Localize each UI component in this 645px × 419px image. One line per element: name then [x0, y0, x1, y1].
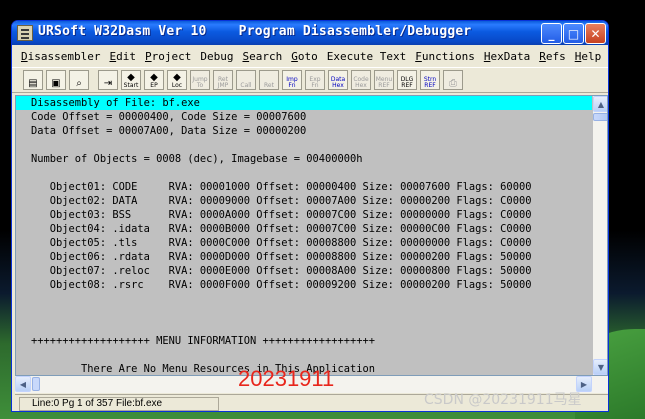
- execute-jump-icon[interactable]: Jump To: [190, 70, 210, 90]
- menu-search[interactable]: Search: [242, 50, 282, 63]
- listing-line[interactable]: Object07: .reloc RVA: 0000E000 Offset: 0…: [16, 264, 592, 278]
- menu-debug[interactable]: Debug: [200, 50, 233, 63]
- menu-help[interactable]: Help: [575, 50, 602, 63]
- listing-line[interactable]: Object03: BSS RVA: 0000A000 Offset: 0000…: [16, 208, 592, 222]
- csdn-watermark: CSDN @20231911马星: [424, 392, 582, 408]
- goto-code-start-icon[interactable]: ⇥: [98, 70, 118, 90]
- close-button[interactable]: ✕: [585, 23, 606, 44]
- vertical-scroll-thumb[interactable]: [593, 113, 607, 121]
- listing-line-selected[interactable]: Disassembly of File: bf.exe: [16, 96, 592, 110]
- app-icon[interactable]: [17, 25, 33, 41]
- scroll-up-button[interactable]: ▲: [593, 96, 607, 112]
- goto-code-location-icon[interactable]: ◆ Loc: [167, 70, 187, 90]
- horizontal-scroll-thumb[interactable]: [32, 377, 40, 391]
- menu-bar: Disassembler Edit Project Debug Search Goto Ex…: [12, 46, 608, 66]
- toolbar: ▤ ▣ ⌕ ⇥ ◆ Start ◆ EP ◆ Loc Jump To Ret JMP Call Ret Imp F…: [12, 67, 608, 93]
- maximize-button[interactable]: □: [563, 23, 584, 44]
- open-file-icon[interactable]: ▤: [23, 70, 43, 90]
- execute-call-icon[interactable]: Call: [236, 70, 256, 90]
- save-file-icon[interactable]: ▣: [46, 70, 66, 90]
- listing-line[interactable]: Number of Objects = 0008 (dec), Imagebas…: [16, 152, 592, 166]
- imports-icon[interactable]: Imp Fn: [282, 70, 302, 90]
- vertical-scrollbar[interactable]: ▲ ▼: [593, 96, 607, 375]
- string-refs-icon[interactable]: Strn REF: [420, 70, 440, 90]
- menu-functions[interactable]: Functions: [415, 50, 475, 63]
- menu-refs[interactable]: Refs: [539, 50, 566, 63]
- window-title: URSoft W32Dasm Ver 10 Program Disassembl…: [38, 24, 472, 39]
- listing-line[interactable]: [16, 292, 592, 306]
- menu-project[interactable]: Project: [145, 50, 191, 63]
- disassembly-listing[interactable]: Disassembly of File: bf.exe Code Offset =…: [16, 96, 592, 375]
- menu-hexdata[interactable]: HexData: [484, 50, 530, 63]
- overlay-student-number: 20231911: [238, 366, 335, 391]
- listing-line[interactable]: +++++++++++++++++++ MENU INFORMATION +++…: [16, 334, 592, 348]
- goto-program-start-icon[interactable]: ◆ Start: [121, 70, 141, 90]
- find-text-icon[interactable]: ⌕: [69, 70, 89, 90]
- title-bar[interactable]: URSoft W32Dasm Ver 10 Program Disassembl…: [12, 21, 608, 45]
- listing-line[interactable]: [16, 138, 592, 152]
- listing-line[interactable]: Object02: DATA RVA: 00009000 Offset: 000…: [16, 194, 592, 208]
- listing-line[interactable]: Object01: CODE RVA: 00001000 Offset: 000…: [16, 180, 592, 194]
- listing-line[interactable]: [16, 166, 592, 180]
- scroll-down-button[interactable]: ▼: [593, 359, 607, 375]
- listing-line[interactable]: Object04: .idata RVA: 0000B000 Offset: 0…: [16, 222, 592, 236]
- dialog-refs-icon[interactable]: DLG REF: [397, 70, 417, 90]
- listing-line[interactable]: [16, 320, 592, 334]
- code-hex-icon[interactable]: Code Hex: [351, 70, 371, 90]
- listing-line[interactable]: Object06: .rdata RVA: 0000D000 Offset: 0…: [16, 250, 592, 264]
- listing-line[interactable]: Object05: .tls RVA: 0000C000 Offset: 000…: [16, 236, 592, 250]
- disassembly-view[interactable]: Disassembly of File: bf.exe Code Offset =…: [15, 95, 608, 376]
- listing-line[interactable]: Code Offset = 00000400, Code Size = 0000…: [16, 110, 592, 124]
- menu-refs-icon[interactable]: Menu REF: [374, 70, 394, 90]
- status-text: Line:0 Pg 1 of 357 File:bf.exe: [19, 397, 219, 411]
- data-hex-icon[interactable]: Data Hex: [328, 70, 348, 90]
- print-icon[interactable]: ⎙: [443, 70, 463, 90]
- listing-line[interactable]: Data Offset = 00007A00, Data Size = 0000…: [16, 124, 592, 138]
- w32dasm-window: URSoft W32Dasm Ver 10 Program Disassembl…: [11, 20, 609, 412]
- listing-line[interactable]: Object08: .rsrc RVA: 0000F000 Offset: 00…: [16, 278, 592, 292]
- menu-edit[interactable]: Edit: [109, 50, 136, 63]
- minimize-button[interactable]: _: [541, 23, 562, 44]
- listing-line[interactable]: [16, 348, 592, 362]
- exports-icon[interactable]: Exp Fn: [305, 70, 325, 90]
- goto-entry-point-icon[interactable]: ◆ EP: [144, 70, 164, 90]
- menu-execute-text[interactable]: Execute Text: [327, 50, 406, 63]
- menu-disassembler[interactable]: Disassembler: [21, 50, 100, 63]
- listing-line[interactable]: [16, 306, 592, 320]
- return-from-call-icon[interactable]: Ret: [259, 70, 279, 90]
- return-from-jump-icon[interactable]: Ret JMP: [213, 70, 233, 90]
- menu-goto[interactable]: Goto: [291, 50, 318, 63]
- scroll-left-button[interactable]: ◀: [15, 376, 31, 392]
